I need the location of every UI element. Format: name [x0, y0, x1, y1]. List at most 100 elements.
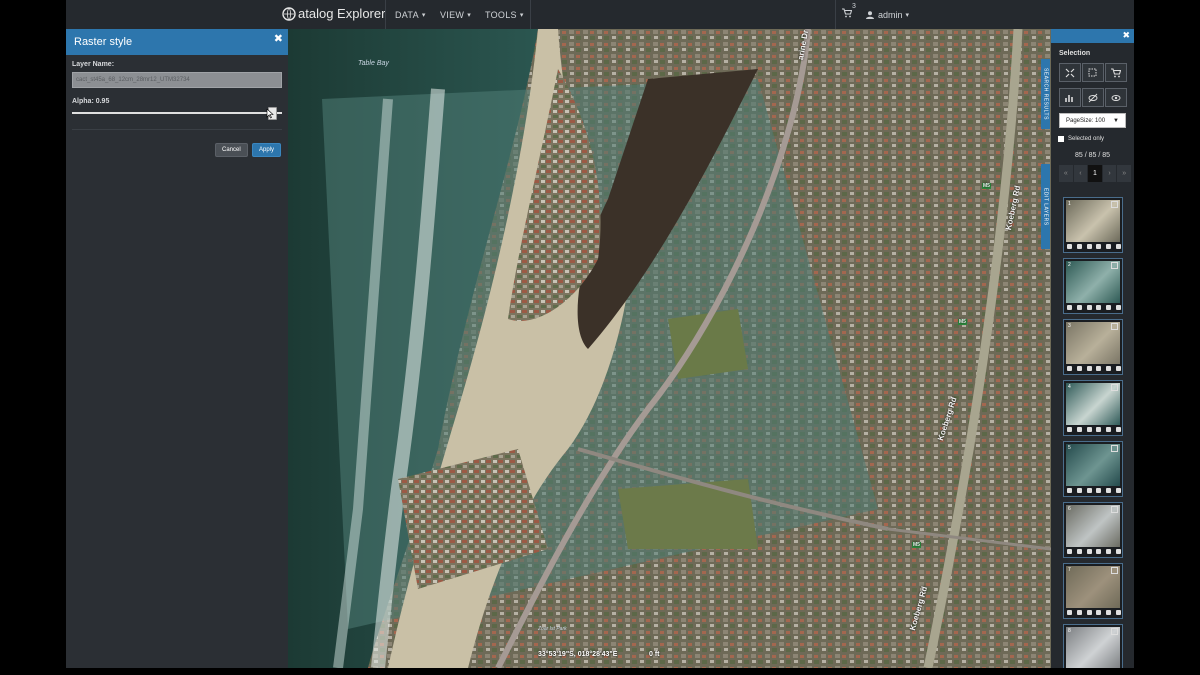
info-icon[interactable] [1067, 487, 1072, 493]
cart-icon[interactable] [1096, 426, 1102, 432]
download-icon[interactable] [1076, 487, 1082, 493]
selected-only-toggle[interactable]: Selected only [1058, 136, 1104, 142]
download-icon[interactable] [1076, 426, 1082, 432]
zoom-icon[interactable] [1106, 365, 1112, 371]
thumbnail-card[interactable]: 2 [1063, 258, 1123, 314]
hide-footprints-button[interactable] [1082, 88, 1104, 107]
zoom-extent-button[interactable] [1059, 63, 1081, 82]
alpha-slider-track[interactable] [72, 112, 282, 114]
download-icon[interactable] [1076, 304, 1082, 310]
info-icon[interactable] [1067, 609, 1072, 615]
tab-edit-layers[interactable]: EDIT LAYERS [1041, 164, 1050, 249]
thumbnail-card[interactable]: 8 [1063, 624, 1123, 668]
info-icon[interactable] [1067, 426, 1072, 432]
eye-icon[interactable] [1115, 243, 1121, 249]
thumbnail-checkbox[interactable] [1111, 628, 1118, 635]
pager-current[interactable]: 1 [1088, 165, 1103, 182]
add-to-cart-button[interactable] [1105, 63, 1127, 82]
pagesize-select[interactable]: PageSize: 100 ▼ [1059, 113, 1126, 128]
panel-title: Raster style [74, 36, 133, 48]
eye-icon[interactable] [1115, 365, 1121, 371]
menu-tools-label: TOOLS [485, 9, 517, 20]
tab-search-results[interactable]: SEARCH RESULTS [1041, 59, 1050, 129]
user-menu[interactable]: admin ▾ [866, 0, 909, 29]
cart-icon[interactable] [1096, 487, 1102, 493]
cart-icon[interactable] [1096, 243, 1102, 249]
user-icon [866, 10, 874, 19]
layer-name-field[interactable]: cact_st45a_68_12cm_28mr12_UTM32734 [72, 72, 282, 88]
close-icon[interactable]: ✖ [274, 32, 283, 45]
thumbnail-card[interactable]: 5 [1063, 441, 1123, 497]
download-icon[interactable] [1076, 548, 1082, 554]
cart-icon[interactable] [1096, 548, 1102, 554]
brand[interactable]: atalog Explorer [282, 6, 385, 21]
menu-tools[interactable]: TOOLS ▾ [485, 0, 524, 29]
menu-data[interactable]: DATA ▾ [395, 0, 426, 29]
thumbnail-checkbox[interactable] [1111, 445, 1118, 452]
nav-divider [385, 0, 386, 29]
zoom-icon[interactable] [1106, 426, 1112, 432]
pager-prev[interactable]: ‹ [1073, 165, 1089, 182]
cart-icon[interactable] [842, 8, 852, 18]
thumbnail-checkbox[interactable] [1111, 384, 1118, 391]
info-icon[interactable] [1067, 304, 1072, 310]
thumbnail-card[interactable]: 3 [1063, 319, 1123, 375]
info-icon[interactable] [1067, 243, 1072, 249]
zoom-icon[interactable] [1106, 609, 1112, 615]
close-icon[interactable]: ✖ [1122, 30, 1130, 41]
globe-logo-icon [282, 6, 296, 21]
zoom-icon[interactable] [1106, 487, 1112, 493]
selected-only-checkbox[interactable] [1058, 136, 1064, 142]
apply-button[interactable]: Apply [252, 143, 282, 157]
eye-icon[interactable] [1115, 426, 1121, 432]
eye-icon[interactable] [1115, 304, 1121, 310]
menu-data-label: DATA [395, 9, 419, 20]
eye-icon[interactable] [1115, 609, 1121, 615]
menu-view[interactable]: VIEW ▾ [440, 0, 471, 29]
info-icon[interactable] [1067, 365, 1072, 371]
thumbnail-card[interactable]: 7 [1063, 563, 1123, 619]
layers-icon[interactable] [1086, 426, 1092, 432]
thumbnail-checkbox[interactable] [1111, 506, 1118, 513]
cart-icon[interactable] [1096, 365, 1102, 371]
map-view[interactable]: Table Bay Zoar Ist Park arine Dr Koeberg… [288, 29, 1051, 668]
cart-icon[interactable] [1096, 609, 1102, 615]
show-footprints-button[interactable] [1105, 88, 1127, 107]
download-icon[interactable] [1076, 243, 1082, 249]
layers-icon[interactable] [1086, 487, 1092, 493]
thumbnail-card[interactable]: 4 [1063, 380, 1123, 436]
cart-icon[interactable] [1096, 304, 1102, 310]
layers-icon[interactable] [1086, 609, 1092, 615]
pager-first[interactable]: « [1059, 165, 1074, 182]
eye-icon[interactable] [1115, 548, 1121, 554]
layers-icon[interactable] [1086, 304, 1092, 310]
box-select-button[interactable] [1082, 63, 1104, 82]
thumbnail-checkbox[interactable] [1111, 567, 1118, 574]
thumbnail-card[interactable]: 1 [1063, 197, 1123, 253]
satellite-imagery [288, 29, 1051, 668]
thumbnail-checkbox[interactable] [1111, 323, 1118, 330]
thumbnail-card[interactable]: 6 [1063, 502, 1123, 558]
catalog-explorer-app: atalog Explorer DATA ▾ VIEW ▾ TOOLS ▾ 3 adm… [66, 0, 1134, 668]
pager-last[interactable]: » [1117, 165, 1132, 182]
zoom-icon[interactable] [1106, 548, 1112, 554]
layers-icon[interactable] [1086, 365, 1092, 371]
thumbnail-checkbox[interactable] [1111, 262, 1118, 269]
eye-icon[interactable] [1115, 487, 1121, 493]
thumbnail-number: 4 [1068, 384, 1071, 390]
layers-icon[interactable] [1086, 243, 1092, 249]
result-count: 85 / 85 / 85 [1074, 152, 1111, 159]
raster-style-header: Raster style ✖ [66, 29, 288, 55]
scale-bar-label: 0 ft [649, 651, 660, 658]
download-icon[interactable] [1076, 365, 1082, 371]
info-icon[interactable] [1067, 548, 1072, 554]
zoom-icon[interactable] [1106, 304, 1112, 310]
layers-icon[interactable] [1086, 548, 1092, 554]
pager-next[interactable]: › [1102, 165, 1118, 182]
download-icon[interactable] [1076, 609, 1082, 615]
cancel-button[interactable]: Cancel [215, 143, 248, 157]
thumbnail-number: 2 [1068, 262, 1071, 268]
zoom-icon[interactable] [1106, 243, 1112, 249]
chart-button[interactable] [1059, 88, 1081, 107]
thumbnail-checkbox[interactable] [1111, 201, 1118, 208]
